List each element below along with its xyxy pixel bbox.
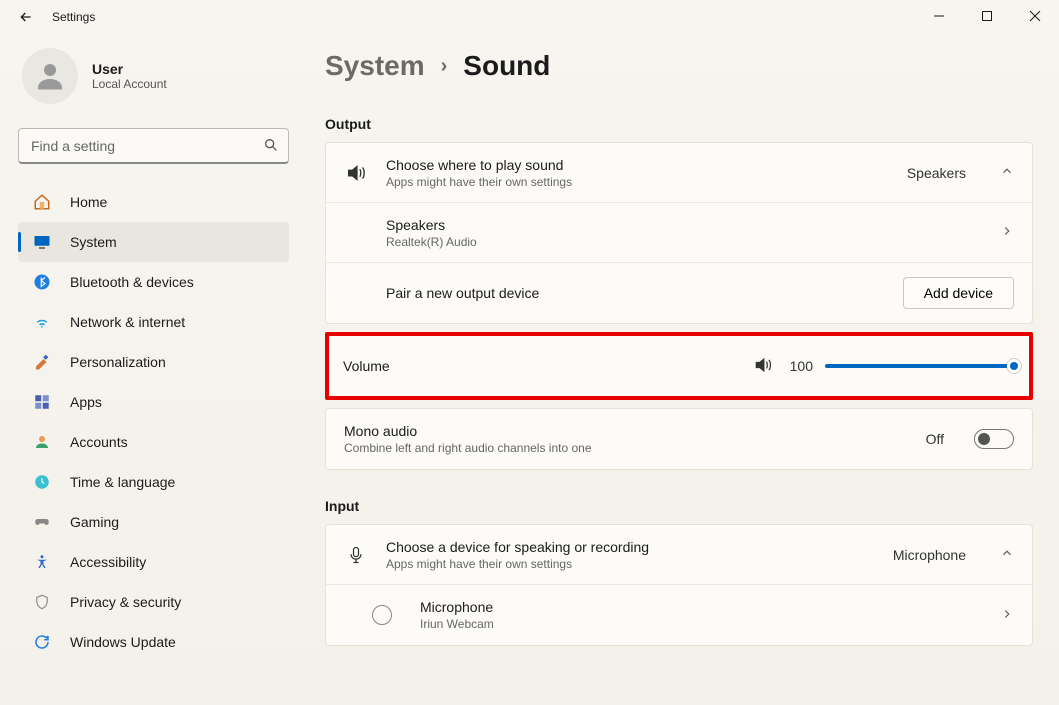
input-device-radio[interactable] — [372, 605, 392, 625]
pair-device-row: Pair a new output device Add device — [326, 263, 1032, 323]
input-device-name: Microphone — [420, 599, 982, 615]
sidebar-item-gaming[interactable]: Gaming — [18, 502, 289, 542]
sidebar-item-personalization[interactable]: Personalization — [18, 342, 289, 382]
breadcrumb-parent[interactable]: System — [325, 50, 425, 82]
sidebar-item-label: Personalization — [70, 354, 166, 370]
sidebar-item-network[interactable]: Network & internet — [18, 302, 289, 342]
volume-slider-thumb[interactable] — [1007, 359, 1021, 373]
sidebar-item-apps[interactable]: Apps — [18, 382, 289, 422]
sidebar-item-label: System — [70, 234, 117, 250]
personalization-icon — [32, 352, 52, 372]
microphone-icon — [344, 545, 368, 565]
speaker-icon — [344, 162, 368, 184]
output-choose-sub: Apps might have their own settings — [386, 175, 889, 189]
pair-device-label: Pair a new output device — [386, 285, 885, 301]
maximize-button[interactable] — [963, 0, 1011, 32]
sidebar-item-label: Bluetooth & devices — [70, 274, 194, 290]
chevron-up-icon — [1000, 546, 1014, 563]
output-choose-title: Choose where to play sound — [386, 157, 889, 173]
sidebar-item-label: Gaming — [70, 514, 119, 530]
output-device-sub: Realtek(R) Audio — [386, 235, 982, 249]
avatar-icon — [22, 48, 78, 104]
sidebar-item-label: Privacy & security — [70, 594, 181, 610]
volume-highlight: Volume 100 — [325, 332, 1033, 400]
input-device-sub: Iriun Webcam — [420, 617, 982, 631]
sidebar-item-label: Windows Update — [70, 634, 176, 650]
breadcrumb-current: Sound — [463, 50, 550, 82]
chevron-up-icon — [1000, 164, 1014, 181]
mono-audio-state: Off — [926, 431, 944, 447]
bluetooth-icon — [32, 272, 52, 292]
minimize-button[interactable] — [915, 0, 963, 32]
breadcrumb: System › Sound — [325, 50, 1033, 82]
input-choose-value: Microphone — [893, 547, 966, 563]
volume-icon[interactable] — [753, 355, 773, 378]
update-icon — [32, 632, 52, 652]
accounts-icon — [32, 432, 52, 452]
chevron-right-icon — [1000, 224, 1014, 241]
output-choose-row[interactable]: Choose where to play sound Apps might ha… — [326, 143, 1032, 203]
input-choose-sub: Apps might have their own settings — [386, 557, 875, 571]
privacy-icon — [32, 592, 52, 612]
sidebar-item-label: Apps — [70, 394, 102, 410]
profile-block[interactable]: User Local Account — [22, 48, 289, 104]
time-icon — [32, 472, 52, 492]
add-device-button[interactable]: Add device — [903, 277, 1014, 309]
input-device-row[interactable]: Microphone Iriun Webcam — [326, 585, 1032, 645]
chevron-right-icon — [1000, 607, 1014, 624]
sidebar-item-accounts[interactable]: Accounts — [18, 422, 289, 462]
sidebar-item-label: Home — [70, 194, 107, 210]
sidebar-item-system[interactable]: System — [18, 222, 289, 262]
input-section-label: Input — [325, 498, 1033, 514]
search-input[interactable] — [18, 128, 289, 164]
window-title: Settings — [52, 10, 95, 24]
sidebar-item-home[interactable]: Home — [18, 182, 289, 222]
chevron-right-icon: › — [441, 55, 448, 78]
apps-icon — [32, 392, 52, 412]
system-icon — [32, 232, 52, 252]
sidebar-item-label: Accounts — [70, 434, 128, 450]
sidebar-item-label: Network & internet — [70, 314, 185, 330]
user-name: User — [92, 61, 167, 77]
input-choose-row[interactable]: Choose a device for speaking or recordin… — [326, 525, 1032, 585]
back-button[interactable] — [16, 7, 36, 27]
mono-audio-title: Mono audio — [344, 423, 908, 439]
volume-slider[interactable] — [825, 364, 1015, 368]
mono-audio-row[interactable]: Mono audio Combine left and right audio … — [326, 409, 1032, 469]
sidebar-item-accessibility[interactable]: Accessibility — [18, 542, 289, 582]
volume-label: Volume — [343, 358, 735, 374]
user-account-type: Local Account — [92, 77, 167, 91]
volume-value: 100 — [785, 358, 813, 374]
mono-audio-toggle[interactable] — [974, 429, 1014, 449]
output-device-row[interactable]: Speakers Realtek(R) Audio — [326, 203, 1032, 263]
mono-audio-sub: Combine left and right audio channels in… — [344, 441, 908, 455]
sidebar-item-update[interactable]: Windows Update — [18, 622, 289, 662]
gaming-icon — [32, 512, 52, 532]
output-choose-value: Speakers — [907, 165, 966, 181]
accessibility-icon — [32, 552, 52, 572]
sidebar-item-privacy[interactable]: Privacy & security — [18, 582, 289, 622]
sidebar-item-label: Time & language — [70, 474, 175, 490]
input-choose-title: Choose a device for speaking or recordin… — [386, 539, 875, 555]
sidebar-item-time[interactable]: Time & language — [18, 462, 289, 502]
home-icon — [32, 192, 52, 212]
sidebar-item-label: Accessibility — [70, 554, 146, 570]
network-icon — [32, 312, 52, 332]
volume-row: Volume 100 — [329, 336, 1029, 396]
output-section-label: Output — [325, 116, 1033, 132]
output-device-name: Speakers — [386, 217, 982, 233]
sidebar-item-bluetooth[interactable]: Bluetooth & devices — [18, 262, 289, 302]
search-icon — [263, 137, 279, 156]
close-button[interactable] — [1011, 0, 1059, 32]
